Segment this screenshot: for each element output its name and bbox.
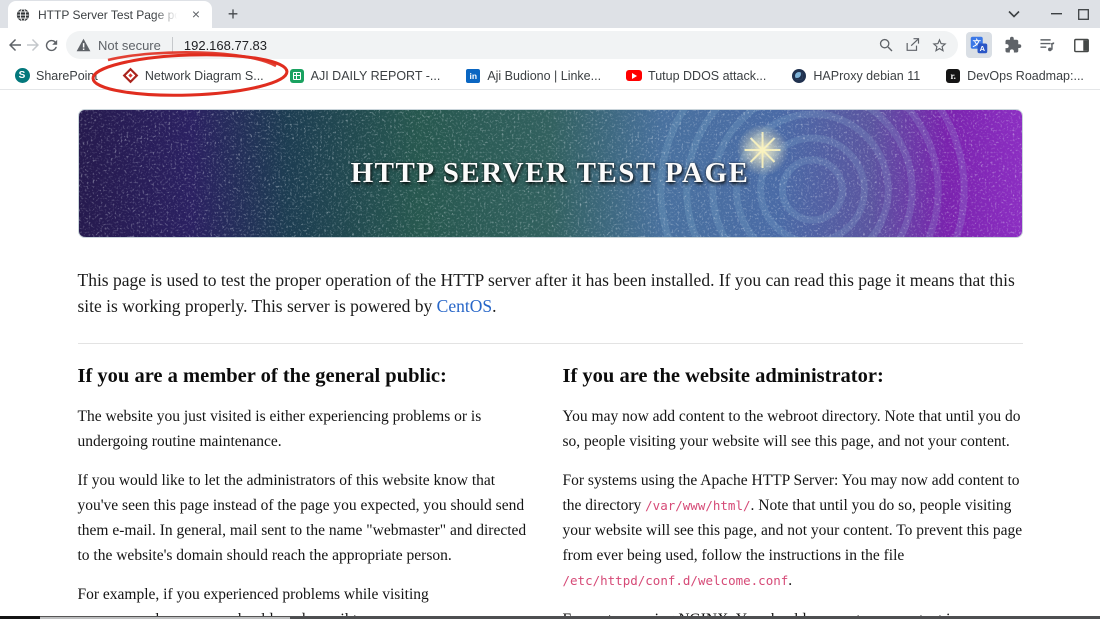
page-content: HTTP SERVER TEST PAGE This page is used …	[0, 109, 1100, 619]
sharepoint-icon: S	[14, 68, 30, 84]
paragraph: If you would like to let the administrat…	[77, 472, 527, 564]
back-arrow-icon	[9, 39, 21, 51]
reload-button[interactable]	[42, 31, 60, 59]
haproxy-icon	[791, 68, 807, 84]
minimize-button[interactable]	[1034, 0, 1078, 28]
tab-close-icon[interactable]: ×	[188, 7, 204, 23]
forward-arrow-icon	[27, 39, 39, 51]
bookmark-sharepoint[interactable]: S SharePoint	[14, 68, 98, 84]
reload-icon	[45, 39, 57, 51]
general-public-column: If you are a member of the general publi…	[78, 360, 538, 619]
youtube-icon	[626, 68, 643, 84]
bookmark-haproxy[interactable]: HAProxy debian 11	[791, 68, 920, 84]
bookmark-star-icon[interactable]	[931, 37, 948, 54]
browser-tab[interactable]: HTTP Server Test Page powered ×	[8, 1, 212, 28]
linkedin-icon: in	[465, 68, 481, 84]
paragraph: For systems using the Apache HTTP Server…	[562, 472, 1023, 589]
bookmark-linkedin[interactable]: in Aji Budiono | Linke...	[465, 68, 601, 84]
globe-favicon-icon	[16, 7, 30, 22]
extensions-puzzle-icon	[1005, 36, 1022, 53]
forward-button[interactable]	[24, 31, 42, 59]
general-public-heading: If you are a member of the general publi…	[77, 365, 447, 387]
window-controls	[994, 0, 1100, 28]
administrator-heading: If you are the website administrator:	[562, 365, 884, 387]
side-panel-icon	[1073, 38, 1089, 52]
share-icon[interactable]	[904, 37, 921, 53]
omnibox-divider	[171, 37, 173, 53]
translate-icon: 文 A	[970, 36, 988, 54]
welcome-conf-path: /etc/httpd/conf.d/welcome.conf	[562, 573, 789, 588]
apache-webroot-path: /var/www/html/	[645, 498, 751, 513]
tab-strip: HTTP Server Test Page powered × +	[0, 0, 1100, 28]
translate-button[interactable]: 文 A	[966, 32, 992, 58]
address-bar[interactable]: Not secure 192.168.77.83	[66, 31, 958, 59]
banner-title: HTTP SERVER TEST PAGE	[350, 157, 750, 189]
media-controls-button[interactable]	[1034, 32, 1060, 58]
intro-paragraph: This page is used to test the proper ope…	[77, 270, 1015, 316]
back-button[interactable]	[6, 31, 24, 59]
bookmark-youtube-ddos[interactable]: Tutup DDOS attack...	[626, 68, 766, 84]
bookmark-aji-daily-report[interactable]: AJI DAILY REPORT -...	[289, 68, 440, 84]
extensions-button[interactable]	[1000, 32, 1026, 58]
side-panel-button[interactable]	[1068, 32, 1094, 58]
search-icon[interactable]	[878, 37, 894, 53]
not-secure-warning-icon	[76, 38, 91, 52]
centos-link[interactable]: CentOS	[437, 296, 492, 316]
bookmarks-bar: S SharePoint Network Diagram S... AJI DA…	[0, 62, 1100, 90]
paragraph: The website you just visited is either e…	[77, 408, 482, 450]
administrator-column: If you are the website administrator: Yo…	[563, 360, 1023, 619]
bookmark-devops-roadmap[interactable]: r. DevOps Roadmap:...	[945, 68, 1084, 84]
svg-text:A: A	[980, 44, 986, 53]
header-banner: HTTP SERVER TEST PAGE	[77, 109, 1023, 238]
diagram-icon	[123, 67, 139, 84]
paragraph: For example, if you experienced problems…	[77, 586, 429, 619]
new-tab-button[interactable]: +	[220, 1, 246, 27]
tab-search-chevron-icon[interactable]	[994, 0, 1034, 28]
section-divider	[77, 343, 1023, 344]
playlist-media-icon	[1040, 39, 1055, 52]
roadmap-icon: r.	[945, 68, 961, 84]
url-text[interactable]: 192.168.77.83	[184, 38, 267, 53]
tab-title: HTTP Server Test Page powered	[38, 7, 180, 22]
paragraph: You may now add content to the webroot d…	[562, 408, 1021, 450]
bookmark-network-diagram[interactable]: Network Diagram S...	[123, 67, 264, 84]
browser-toolbar: Not secure 192.168.77.83 文 A	[0, 28, 1100, 97]
security-status-label[interactable]: Not secure	[98, 38, 161, 53]
maximize-button[interactable]	[1078, 0, 1100, 28]
google-sheets-icon	[289, 68, 305, 84]
